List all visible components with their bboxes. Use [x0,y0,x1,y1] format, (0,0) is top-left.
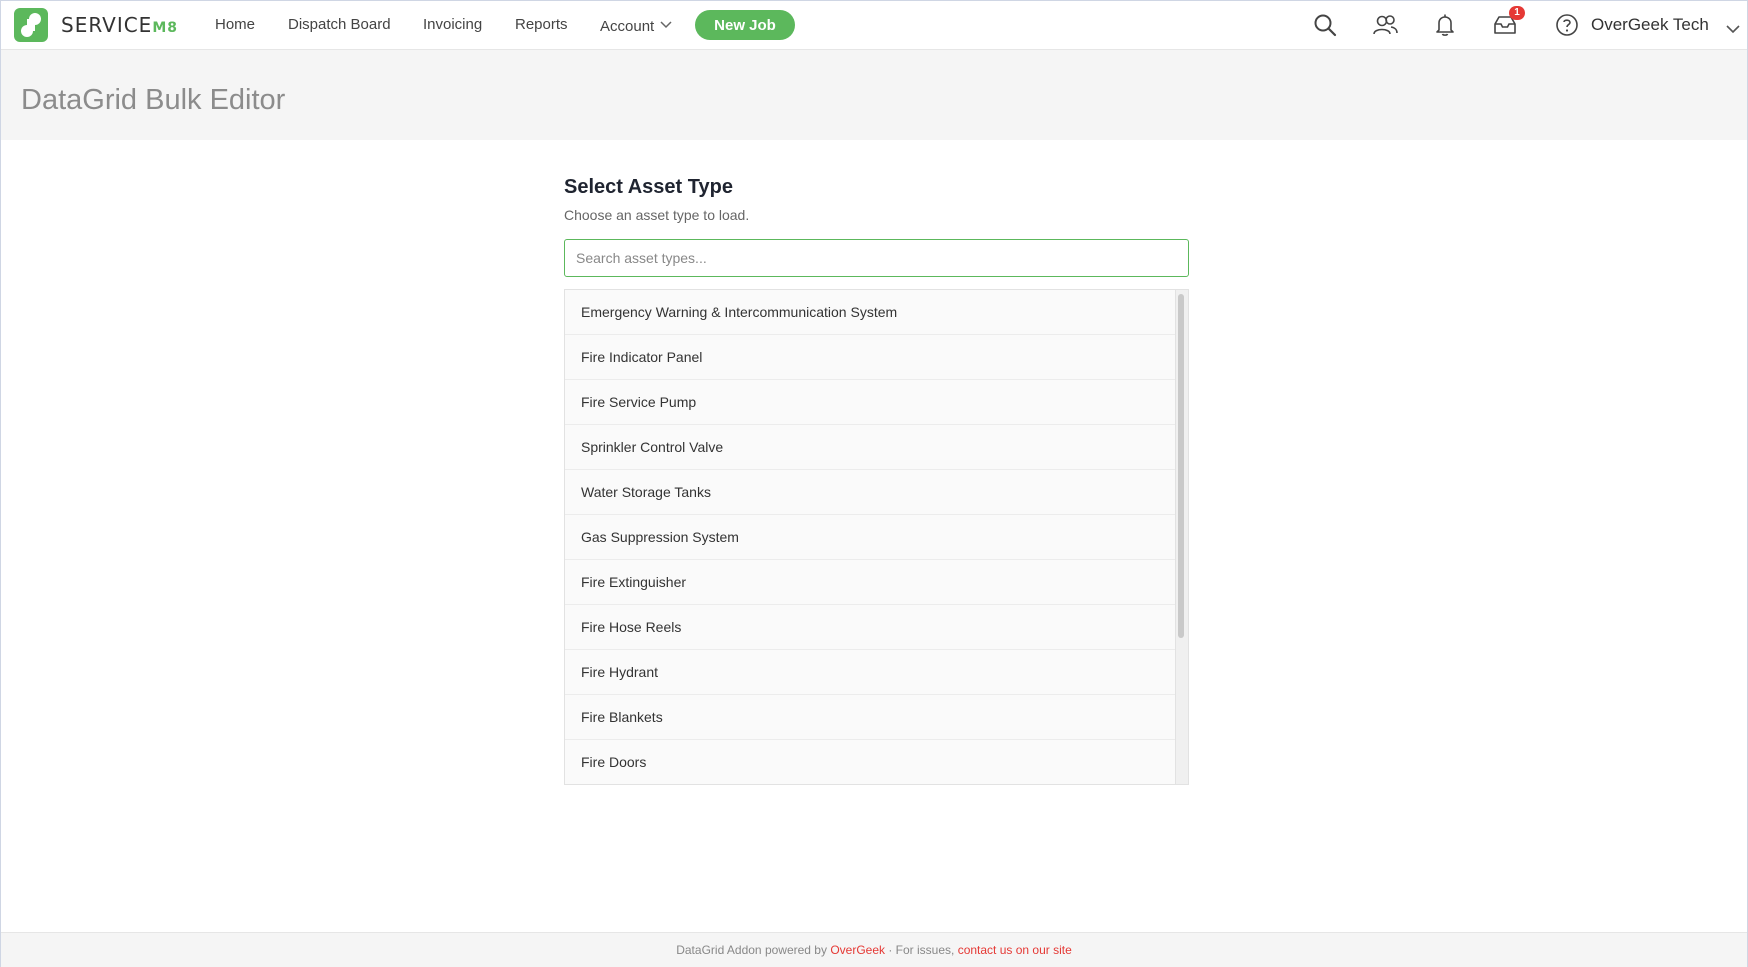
nav-account-label: Account [600,18,655,35]
account-name[interactable]: OverGeek Tech [1591,14,1709,36]
people-icon[interactable] [1371,11,1399,39]
asset-type-list: Emergency Warning & Intercommunication S… [564,289,1189,785]
inbox-count-badge: 1 [1509,6,1525,20]
asset-type-selector: Select Asset Type Choose an asset type t… [564,175,1189,785]
nav-account[interactable]: Account [600,15,672,37]
asset-type-item[interactable]: Gas Suppression System [565,515,1176,560]
top-navigation-bar: SERVICEM8 Home Dispatch Board Invoicing … [1,1,1747,50]
asset-type-item[interactable]: Fire Blankets [565,695,1176,740]
asset-type-item[interactable]: Emergency Warning & Intercommunication S… [565,290,1176,335]
nav-invoicing[interactable]: Invoicing [423,15,482,35]
chevron-down-icon [660,15,672,35]
asset-type-item[interactable]: Fire Hydrant [565,650,1176,695]
help-icon[interactable] [1553,11,1581,39]
footer: DataGrid Addon powered by OverGeek · For… [1,932,1747,967]
page-title: DataGrid Bulk Editor [21,84,286,116]
asset-type-item[interactable]: Fire Hose Reels [565,605,1176,650]
contact-link[interactable]: contact us on our site [958,943,1072,957]
asset-type-item[interactable]: Fire Service Pump [565,380,1176,425]
footer-prefix: DataGrid Addon powered by [676,943,831,957]
bell-icon[interactable] [1431,11,1459,39]
account-chevron-down-icon[interactable] [1726,21,1740,39]
selector-subtitle: Choose an asset type to load. [564,207,750,223]
nav-reports[interactable]: Reports [515,15,568,35]
nav-home[interactable]: Home [215,15,255,35]
app-window: SERVICEM8 Home Dispatch Board Invoicing … [0,0,1748,967]
asset-type-search-input[interactable] [564,239,1189,277]
asset-type-item[interactable]: Fire Extinguisher [565,560,1176,605]
asset-type-item[interactable]: Sprinkler Control Valve [565,425,1176,470]
asset-type-item[interactable]: Water Storage Tanks [565,470,1176,515]
nav-dispatch-board[interactable]: Dispatch Board [288,15,391,35]
new-job-button[interactable]: New Job [695,10,795,40]
overgeek-link[interactable]: OverGeek [830,943,885,957]
list-scrollbar[interactable] [1175,290,1188,784]
footer-middle: · For issues, [885,943,958,957]
asset-type-item[interactable]: Fire Doors [565,740,1176,784]
list-scrollbar-thumb[interactable] [1178,294,1184,638]
page-header: DataGrid Bulk Editor [1,50,1747,140]
selector-title: Select Asset Type [564,176,733,198]
asset-type-item[interactable]: Fire Indicator Panel [565,335,1176,380]
servicem8-wordmark: SERVICEM8 [61,13,179,37]
servicem8-logo-icon[interactable] [14,8,48,42]
search-icon[interactable] [1311,11,1339,39]
